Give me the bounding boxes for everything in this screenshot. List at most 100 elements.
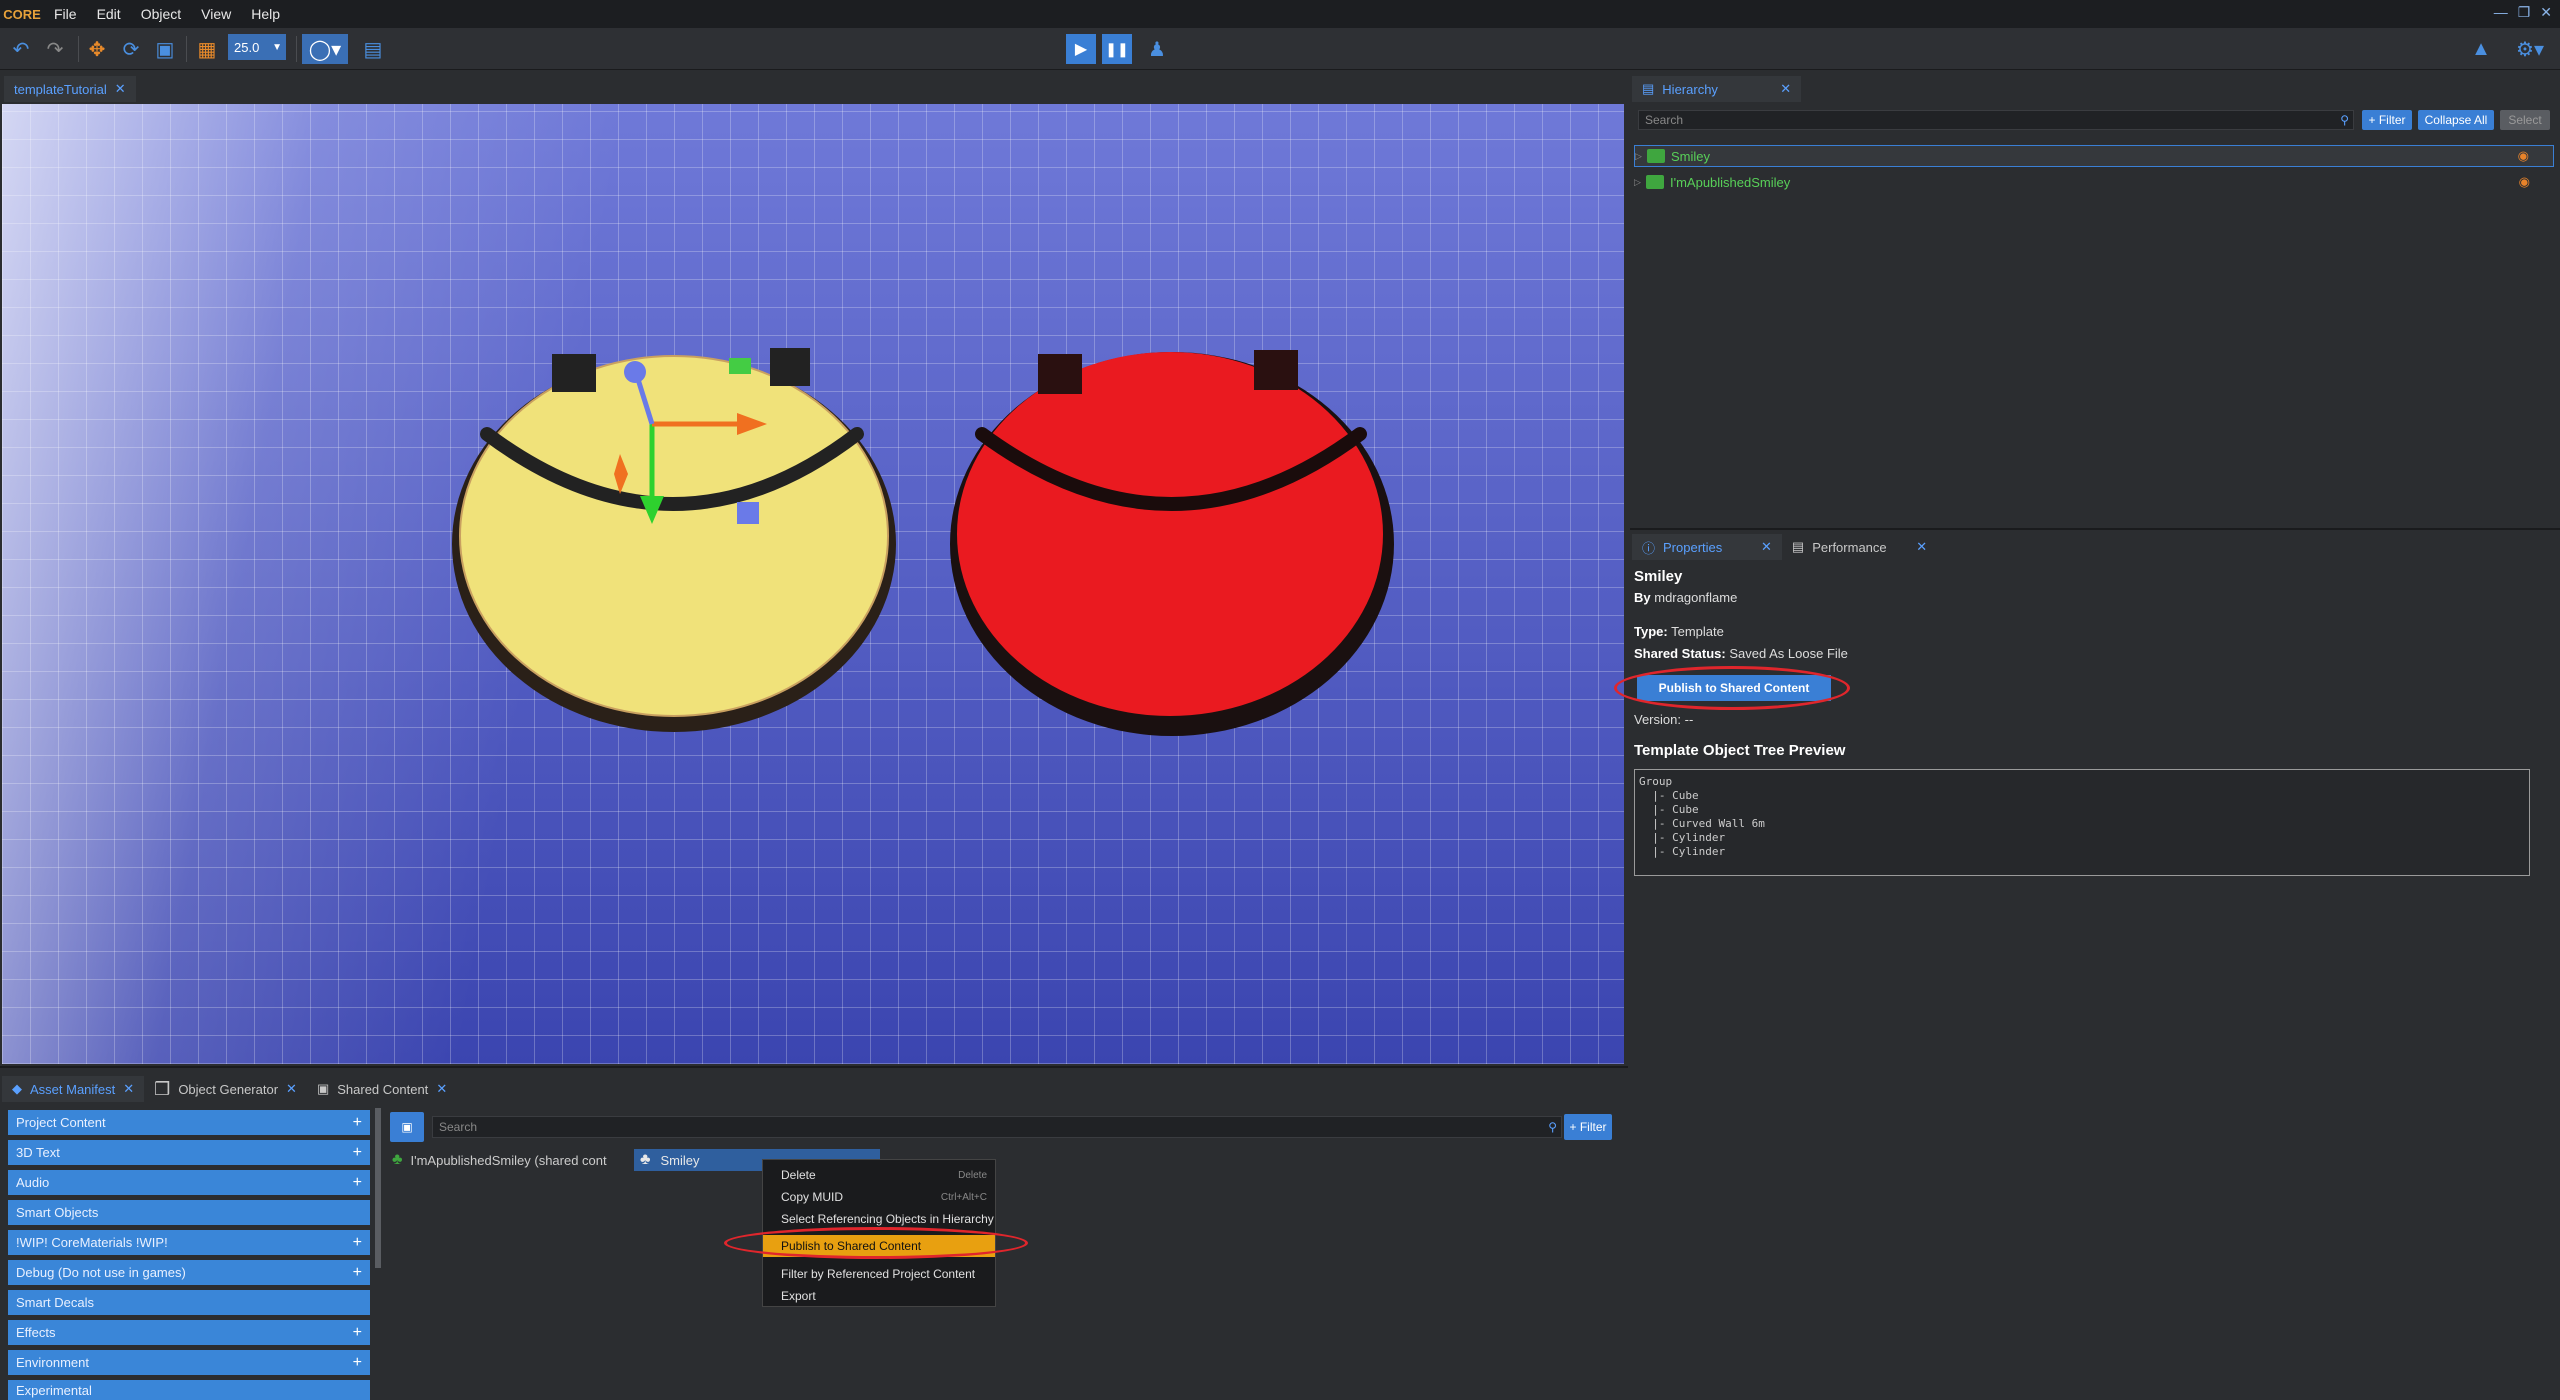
category-environment[interactable]: Environment + <box>8 1350 370 1375</box>
close-icon[interactable]: ✕ <box>2540 4 2552 21</box>
asset-item-label: I'mApublishedSmiley (shared cont <box>410 1152 607 1168</box>
object-name: Smiley <box>1634 568 1683 585</box>
expand-arrow-icon[interactable]: ▷ <box>1635 151 1647 162</box>
close-icon[interactable]: ✕ <box>115 81 126 97</box>
tab-label: Asset Manifest <box>30 1081 116 1097</box>
annotation-ring <box>724 1227 1028 1259</box>
shared-template-icon: ♣ <box>392 1151 403 1168</box>
tab-hierarchy[interactable]: ▤ Hierarchy ✕ <box>1632 76 1802 102</box>
tab-shared-content[interactable]: ▣ Shared Content ✕ <box>307 1076 457 1102</box>
world-space-icon[interactable]: ◯▾ <box>302 34 348 64</box>
info-icon: ⓘ <box>1642 540 1656 556</box>
search-placeholder: Search <box>1645 113 1684 127</box>
category-scrollbar[interactable] <box>375 1108 381 1268</box>
tab-template-tutorial[interactable]: templateTutorial ✕ <box>4 76 136 102</box>
redo-icon[interactable]: ↷ <box>40 34 70 64</box>
pause-icon[interactable]: ❚❚ <box>1102 34 1132 64</box>
menu-file[interactable]: File <box>44 6 87 22</box>
tab-label: Properties <box>1663 539 1723 555</box>
category-smart-objects[interactable]: Smart Objects <box>8 1200 370 1225</box>
select-button[interactable]: Select <box>2500 110 2550 130</box>
hierarchy-item-smiley[interactable]: ▷ Smiley ◉ <box>1634 145 2554 167</box>
menu-item-copy-muid[interactable]: Copy MUID Ctrl+Alt+C <box>763 1186 995 1208</box>
visibility-eye-icon[interactable]: ◉ <box>2518 148 2529 164</box>
shared-status-label: Shared Status: <box>1634 646 1726 661</box>
close-icon[interactable]: ✕ <box>1761 539 1772 555</box>
close-icon[interactable]: ✕ <box>1780 81 1791 97</box>
tab-asset-manifest[interactable]: ◆ Asset Manifest ✕ <box>2 1076 145 1102</box>
expand-arrow-icon[interactable]: ▷ <box>1634 177 1646 188</box>
add-icon[interactable]: + <box>353 1264 362 1282</box>
rotate-tool-icon[interactable]: ⟳ <box>116 34 146 64</box>
tab-label: Performance <box>1812 539 1887 555</box>
category-audio[interactable]: Audio + <box>8 1170 370 1195</box>
category-label: Experimental <box>16 1382 92 1398</box>
menu-help[interactable]: Help <box>241 6 290 22</box>
play-icon[interactable]: ▶ <box>1066 34 1096 64</box>
settings-icon[interactable]: ⚙▾ <box>2508 34 2552 64</box>
yellow-smiley[interactable] <box>452 348 896 732</box>
category-effects[interactable]: Effects + <box>8 1320 370 1345</box>
menu-item-export[interactable]: Export <box>763 1285 995 1307</box>
close-icon[interactable]: ✕ <box>286 1081 297 1097</box>
menu-item-label: Export <box>781 1289 816 1303</box>
annotation-ring <box>1614 666 1850 710</box>
grid-snap-icon[interactable]: ▦ <box>192 34 222 64</box>
category-label: Debug (Do not use in games) <box>16 1265 186 1280</box>
category-project-content[interactable]: Project Content + <box>8 1110 370 1135</box>
add-icon[interactable]: + <box>353 1324 362 1342</box>
type-line: Type: Template <box>1634 624 1724 639</box>
stats-icon[interactable]: ▤ <box>358 34 388 64</box>
close-icon[interactable]: ✕ <box>1916 539 1927 555</box>
category-core-materials[interactable]: !WIP! CoreMaterials !WIP! + <box>8 1230 370 1255</box>
close-icon[interactable]: ✕ <box>123 1081 134 1097</box>
scale-tool-icon[interactable]: ▣ <box>150 34 180 64</box>
category-smart-decals[interactable]: Smart Decals <box>8 1290 370 1315</box>
multiplayer-preview-icon[interactable]: ♟ <box>1142 34 1172 64</box>
add-icon[interactable]: + <box>353 1144 362 1162</box>
restore-icon[interactable]: ❐ <box>2518 4 2531 21</box>
menu-item-delete[interactable]: Delete Delete <box>763 1164 995 1186</box>
create-folder-icon[interactable]: ▣ <box>390 1112 424 1142</box>
add-icon[interactable]: + <box>353 1234 362 1252</box>
publish-game-icon[interactable]: ▲ <box>2466 34 2496 64</box>
category-debug[interactable]: Debug (Do not use in games) + <box>8 1260 370 1285</box>
grid-size-dropdown[interactable]: 25.0 ▼ <box>228 34 286 60</box>
asset-item-published-smiley[interactable]: ♣ I'mApublishedSmiley (shared cont <box>392 1149 626 1171</box>
hierarchy-tabbar: ▤ Hierarchy ✕ <box>1632 72 1802 102</box>
menu-item-filter-by-referenced[interactable]: Filter by Referenced Project Content <box>763 1263 995 1285</box>
close-icon[interactable]: ✕ <box>436 1081 447 1097</box>
version-value: -- <box>1684 712 1694 727</box>
tab-label: Hierarchy <box>1662 81 1718 97</box>
menu-object[interactable]: Object <box>131 6 191 22</box>
tab-object-generator[interactable]: ❒ Object Generator ✕ <box>144 1076 307 1102</box>
template-icon <box>1647 149 1665 163</box>
toolbar-divider <box>186 36 187 62</box>
visibility-eye-icon[interactable]: ◉ <box>2519 174 2530 190</box>
scene-viewport[interactable] <box>2 104 1624 1064</box>
shared-status-line: Shared Status: Saved As Loose File <box>1634 646 1848 661</box>
category-experimental[interactable]: Experimental <box>8 1380 370 1400</box>
category-3d-text[interactable]: 3D Text + <box>8 1140 370 1165</box>
tab-performance[interactable]: ▤ Performance ✕ <box>1782 534 1937 560</box>
menu-edit[interactable]: Edit <box>87 6 131 22</box>
asset-filter-button[interactable]: + Filter <box>1564 1114 1612 1140</box>
red-smiley[interactable] <box>950 350 1394 736</box>
collapse-all-button[interactable]: Collapse All <box>2418 110 2494 130</box>
minimize-icon[interactable]: — <box>2494 4 2508 21</box>
menu-view[interactable]: View <box>191 6 241 22</box>
move-tool-icon[interactable]: ✥ <box>82 34 112 64</box>
category-label: Project Content <box>16 1115 106 1130</box>
undo-icon[interactable]: ↶ <box>6 34 36 64</box>
hierarchy-item-published-smiley[interactable]: ▷ I'mApublishedSmiley ◉ <box>1634 171 2554 193</box>
add-icon[interactable]: + <box>353 1354 362 1372</box>
add-icon[interactable]: + <box>353 1114 362 1132</box>
asset-search-input[interactable]: Search ⚲ <box>432 1116 1562 1138</box>
bottom-tabbar: ◆ Asset Manifest ✕ ❒ Object Generator ✕ … <box>2 1072 457 1102</box>
add-icon[interactable]: + <box>353 1174 362 1192</box>
tree-preview-box: Group |- Cube |- Cube |- Curved Wall 6m … <box>1634 769 2530 876</box>
tab-properties[interactable]: ⓘ Properties ✕ <box>1632 534 1782 560</box>
menu-bar: CORE File Edit Object View Help — ❐ ✕ <box>0 0 2560 28</box>
hierarchy-search-input[interactable]: Search ⚲ <box>1638 110 2354 130</box>
hierarchy-filter-button[interactable]: + Filter <box>2362 110 2412 130</box>
